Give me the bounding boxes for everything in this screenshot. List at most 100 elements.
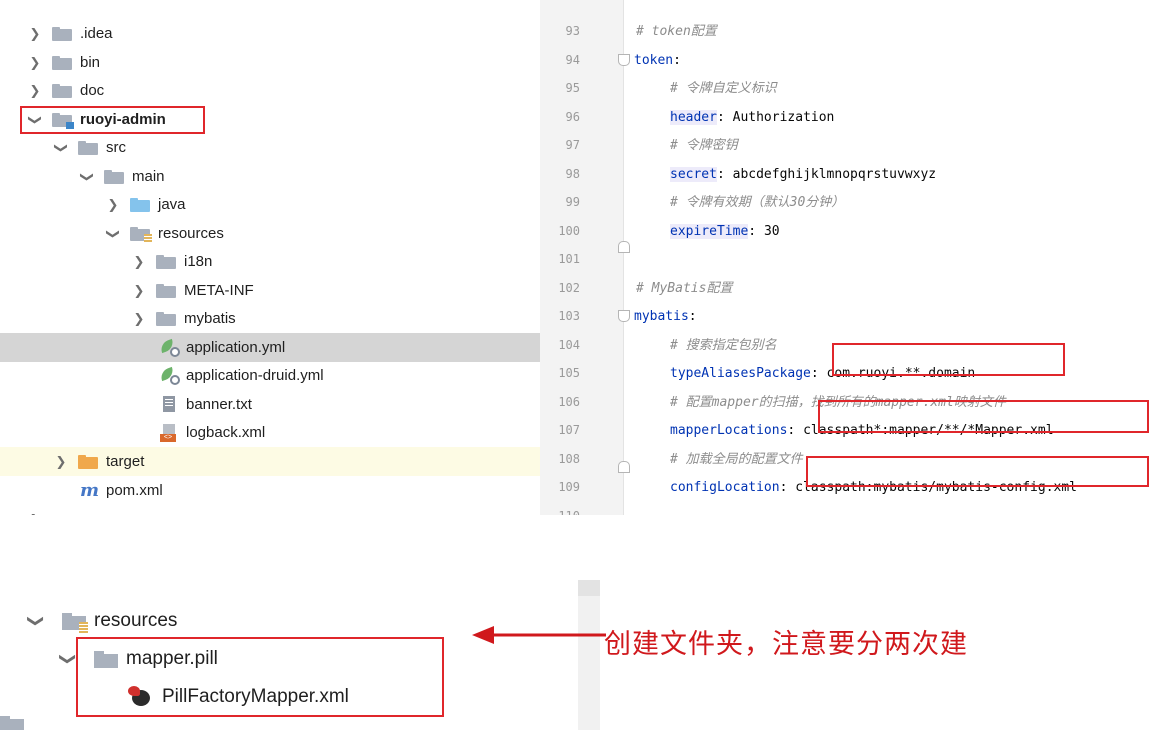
yaml-key: header (670, 110, 717, 125)
yaml-sep: : (673, 53, 681, 68)
code-comment: # 令牌自定义标识 (670, 81, 777, 96)
tree-item-label: doc (80, 82, 105, 99)
chevron-right-icon[interactable]: ❯ (132, 311, 146, 326)
tree-item-label: src (106, 139, 126, 156)
chevron-right-icon[interactable]: ❯ (106, 197, 120, 212)
line-number: 94 (565, 53, 580, 67)
line-number: 93 (565, 24, 580, 38)
tree-item-label: i18n (184, 253, 213, 270)
tree-item-label: resources (158, 225, 224, 242)
folder-icon (52, 55, 72, 70)
chevron-down-icon[interactable]: ❯ (58, 649, 78, 669)
fold-icon[interactable] (618, 310, 630, 322)
code-line: token: (634, 46, 681, 75)
tree-item-meta-inf[interactable]: ❯ META-INF (0, 276, 540, 305)
chevron-right-icon (28, 0, 42, 10)
yaml-key: token (634, 53, 674, 68)
tree-item-application-druid-yml[interactable]: application-druid.yml (0, 361, 540, 390)
fold-end-icon[interactable] (618, 241, 630, 253)
yaml-value: 30 (763, 224, 780, 239)
tree-item-label: bin (80, 54, 101, 71)
project-tree: ❯ .idea ❯ bin ❯ doc ❯ ruoyi-admin ❯ src … (0, 0, 540, 515)
code-comment: # token配置 (636, 24, 717, 39)
folder-icon (156, 254, 176, 269)
yaml-config-icon (158, 338, 180, 357)
maven-icon: m (80, 480, 100, 501)
line-number: 97 (565, 138, 580, 152)
line-number: 106 (558, 395, 580, 409)
yaml-sep: : (716, 167, 733, 182)
line-number: 109 (558, 480, 580, 494)
excluded-folder-icon (78, 454, 98, 469)
chevron-down-icon[interactable]: ❯ (106, 227, 121, 241)
tree-item-main[interactable]: ❯ main (0, 162, 540, 191)
line-number: 107 (558, 423, 580, 437)
yaml-key: expireTime (670, 224, 749, 239)
resources-folder-icon (130, 226, 152, 243)
tree-item-label: logback.xml (186, 424, 266, 441)
yaml-sep: : (779, 480, 796, 495)
highlight-box-mapper-folder (76, 637, 444, 717)
line-number: 95 (565, 81, 580, 95)
code-line: secret: abcdefghijklmnopqrstuvwxyz (670, 160, 936, 189)
chevron-right-icon[interactable]: ❯ (132, 254, 146, 269)
tree-item-src[interactable]: ❯ src (0, 133, 540, 162)
tree-item-logback-xml[interactable]: <> logback.xml (0, 418, 540, 447)
yaml-sep: : (748, 224, 764, 239)
chevron-right-icon[interactable]: ❯ (132, 283, 146, 298)
resources-folder-icon (62, 612, 88, 633)
tree-item-idea[interactable]: ❯ .idea (0, 19, 540, 48)
chevron-down-icon[interactable]: ❯ (80, 170, 95, 184)
fold-icon[interactable] (618, 54, 630, 66)
chevron-right-icon[interactable]: ❯ (28, 55, 42, 70)
code-editor[interactable]: 93 94 95 96 97 98 99 100 101 102 103 104… (540, 0, 1149, 515)
chevron-down-icon[interactable]: ❯ (26, 611, 46, 631)
line-number: 105 (558, 366, 580, 380)
chevron-right-icon[interactable]: ❯ (28, 83, 42, 98)
line-number: 102 (558, 281, 580, 295)
yaml-sep: : (688, 309, 697, 324)
yaml-sep: : (810, 366, 827, 381)
yaml-value: Authorization (732, 110, 835, 125)
tree-item-application-yml[interactable]: application.yml (0, 333, 540, 362)
tree-item-target[interactable]: ❯ target (0, 447, 540, 476)
highlight-box-ruoyi-admin (20, 106, 205, 134)
yaml-key: mapperLocations (670, 423, 788, 438)
tree-item-doc[interactable]: ❯ doc (0, 76, 540, 105)
yaml-key: mybatis (634, 309, 689, 324)
chevron-right-icon[interactable]: ❯ (54, 454, 68, 469)
panel-divider (578, 580, 600, 730)
chevron-down-icon[interactable]: ❯ (54, 141, 69, 155)
code-line: header: Authorization (670, 103, 834, 132)
tree-item-i18n[interactable]: ❯ i18n (0, 247, 540, 276)
tree-item-resources[interactable]: ❯ resources (0, 219, 540, 248)
code-comment: # MyBatis配置 (636, 281, 733, 296)
highlight-box-mapper-locations (818, 400, 1149, 433)
folder-icon (78, 140, 98, 155)
fold-end-icon[interactable] (618, 461, 630, 473)
tree-item-resources[interactable]: ❯ resources (0, 602, 177, 640)
yaml-key: configLocation (670, 480, 780, 495)
line-number: 101 (558, 252, 580, 266)
tree-item-pom-xml[interactable]: m pom.xml (0, 476, 540, 505)
source-folder-icon (130, 197, 150, 212)
tree-item-label: banner.txt (186, 396, 252, 413)
code-line: mybatis: (634, 302, 697, 331)
line-number: 104 (558, 338, 580, 352)
yaml-config-icon (158, 366, 180, 385)
code-line: expireTime: 30 (670, 217, 780, 246)
tree-row-cut (0, 714, 32, 730)
highlight-box-type-aliases (832, 343, 1065, 376)
line-number: 100 (558, 224, 580, 238)
tree-item-java[interactable]: ❯ java (0, 190, 540, 219)
tree-item-label: java (158, 196, 186, 213)
line-number: 108 (558, 452, 580, 466)
tree-item-label: application-druid.yml (186, 367, 324, 384)
tree-item-banner-txt[interactable]: banner.txt (0, 390, 540, 419)
chevron-right-icon: ❯ (28, 512, 42, 515)
folder-icon (156, 311, 176, 326)
yaml-value: abcdefghijklmnopqrstuvwxyz (732, 167, 937, 182)
tree-item-bin[interactable]: ❯ bin (0, 48, 540, 77)
tree-item-mybatis[interactable]: ❯ mybatis (0, 304, 540, 333)
chevron-right-icon[interactable]: ❯ (28, 26, 42, 41)
